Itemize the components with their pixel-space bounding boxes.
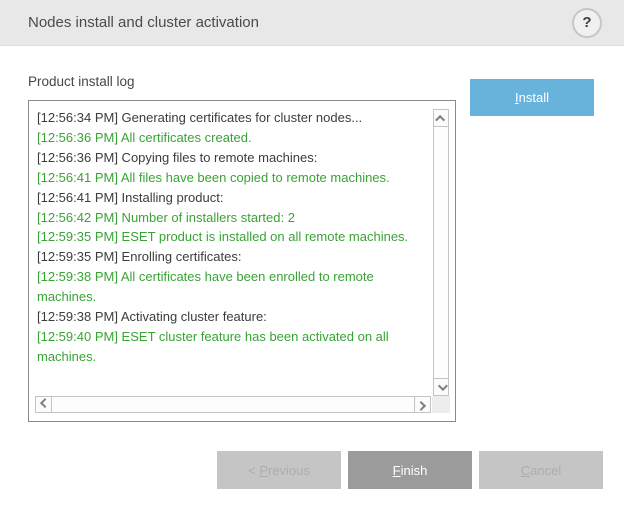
install-button-label: nstall bbox=[519, 90, 549, 105]
page-title: Nodes install and cluster activation bbox=[28, 14, 259, 31]
help-button[interactable]: ? bbox=[572, 8, 602, 38]
wizard-window: Nodes install and cluster activation ? P… bbox=[0, 0, 624, 511]
log-line: [12:56:41 PM] Installing product: bbox=[37, 188, 423, 208]
finish-button-accel: F bbox=[393, 463, 401, 478]
previous-button[interactable]: < Previous bbox=[217, 451, 341, 489]
header: Nodes install and cluster activation ? bbox=[0, 0, 624, 46]
chevron-left-icon bbox=[40, 398, 50, 408]
scroll-left-button[interactable] bbox=[36, 397, 52, 412]
finish-button-label: inish bbox=[401, 463, 428, 478]
log-line: [12:59:38 PM] All certificates have been… bbox=[37, 267, 423, 307]
log-line: [12:56:36 PM] All certificates created. bbox=[37, 128, 423, 148]
question-mark-icon: ? bbox=[582, 14, 591, 31]
product-install-log[interactable]: [12:56:34 PM] Generating certificates fo… bbox=[28, 100, 456, 422]
horizontal-scrollbar[interactable] bbox=[35, 396, 431, 413]
scroll-right-button[interactable] bbox=[414, 397, 430, 412]
previous-button-label: revious bbox=[268, 463, 310, 478]
previous-button-accel: P bbox=[259, 463, 268, 478]
cancel-button[interactable]: Cancel bbox=[479, 451, 603, 489]
previous-button-prefix: < bbox=[248, 463, 259, 478]
log-line: [12:56:36 PM] Copying files to remote ma… bbox=[37, 148, 423, 168]
scrollbar-corner bbox=[432, 396, 450, 413]
chevron-up-icon bbox=[435, 114, 445, 124]
cancel-button-label: ancel bbox=[530, 463, 561, 478]
log-line: [12:59:40 PM] ESET cluster feature has b… bbox=[37, 327, 423, 367]
log-line: [12:56:42 PM] Number of installers start… bbox=[37, 208, 423, 228]
scroll-down-button[interactable] bbox=[434, 378, 448, 395]
chevron-right-icon bbox=[416, 401, 426, 411]
cancel-button-accel: C bbox=[521, 463, 530, 478]
scroll-up-button[interactable] bbox=[434, 110, 448, 127]
chevron-down-icon bbox=[437, 381, 447, 391]
install-button[interactable]: Install bbox=[470, 79, 594, 116]
log-line: [12:56:41 PM] All files have been copied… bbox=[37, 168, 423, 188]
log-text-area: [12:56:34 PM] Generating certificates fo… bbox=[29, 101, 455, 421]
finish-button[interactable]: Finish bbox=[348, 451, 472, 489]
log-line: [12:59:35 PM] Enrolling certificates: bbox=[37, 247, 423, 267]
log-line: [12:59:35 PM] ESET product is installed … bbox=[37, 227, 423, 247]
vertical-scrollbar[interactable] bbox=[433, 109, 449, 396]
log-line: [12:56:34 PM] Generating certificates fo… bbox=[37, 108, 423, 128]
log-section-label: Product install log bbox=[28, 74, 135, 89]
log-line: [12:59:38 PM] Activating cluster feature… bbox=[37, 307, 423, 327]
